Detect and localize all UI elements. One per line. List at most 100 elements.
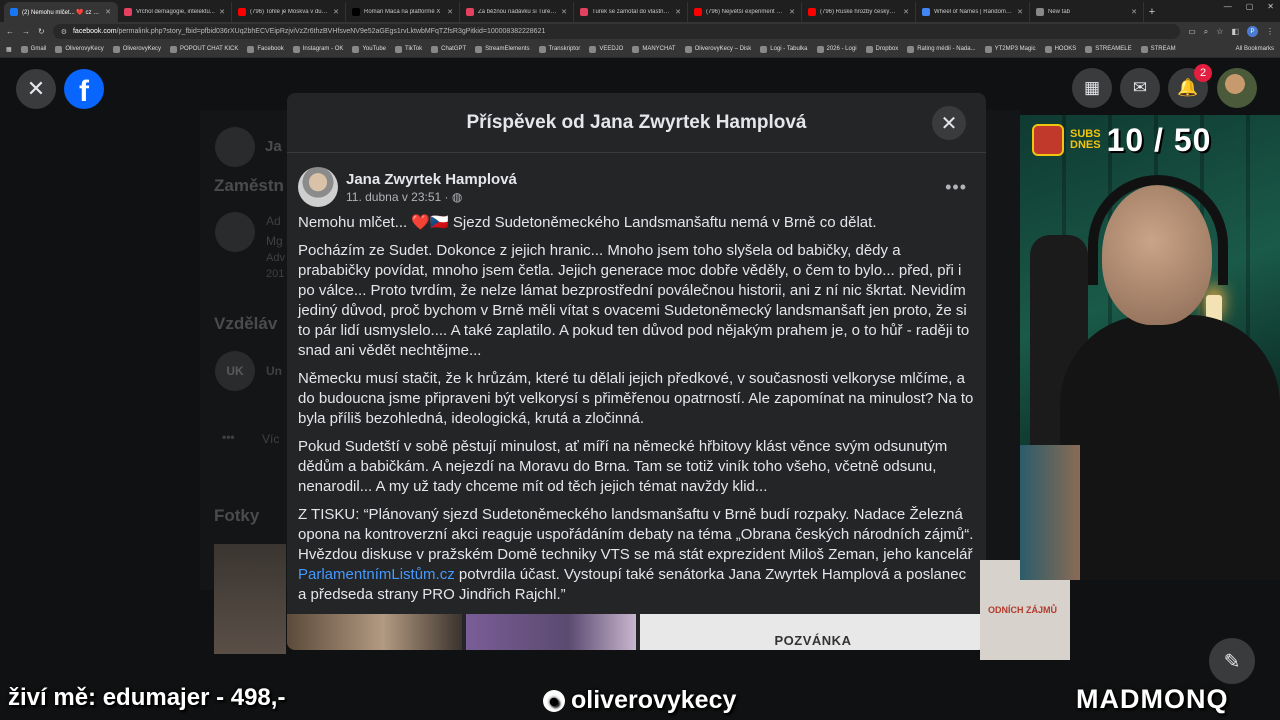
author-avatar[interactable] <box>298 167 338 207</box>
browser-tab[interactable]: (796) Největší experiment s ... ✕ <box>688 2 802 22</box>
zoom-icon[interactable]: ⌕ <box>1204 27 1208 37</box>
tab-favicon-icon <box>580 8 588 16</box>
browser-tab[interactable]: (2) Nemohu mlčet... ❤️ cz Sje... ✕ <box>4 2 118 22</box>
bookmark-item[interactable]: POPOUT CHAT KICK <box>170 45 238 53</box>
tab-close-icon[interactable]: ✕ <box>789 8 795 16</box>
bookmark-favicon-icon <box>55 45 63 53</box>
profile-icon[interactable]: P <box>1247 26 1258 37</box>
browser-tab-strip: (2) Nemohu mlčet... ❤️ cz Sje... ✕ Vrchol … <box>0 0 1280 22</box>
tab-favicon-icon <box>694 8 702 16</box>
post-images: POZVÁNKA <box>287 614 986 650</box>
reload-icon[interactable]: ↻ <box>38 27 45 36</box>
bookmark-item[interactable]: VEEDJO <box>589 45 623 53</box>
bookmark-item[interactable]: Gmail <box>20 45 46 53</box>
browser-tab[interactable]: (796) Tohle je Moskva v dubn... ✕ <box>232 2 346 22</box>
bookmark-label: Dropbox <box>875 46 899 52</box>
tab-close-icon[interactable]: ✕ <box>219 8 225 16</box>
new-message-edit-icon[interactable]: ✎ <box>1209 638 1255 684</box>
bookmark-item[interactable]: Dropbox <box>865 45 899 53</box>
post-link[interactable]: ParlamentnímListům.cz <box>298 566 455 583</box>
url-field[interactable]: ⚙ facebook.com/permalink.php?story_fbid=… <box>52 24 1181 39</box>
post-options-button[interactable]: ••• <box>945 177 967 198</box>
tab-label: (796) Největší experiment s ... <box>706 9 786 15</box>
tab-close-icon[interactable]: ✕ <box>903 8 909 16</box>
close-window-icon[interactable]: ✕ <box>1267 2 1274 11</box>
tab-close-icon[interactable]: ✕ <box>333 8 339 16</box>
post-paragraph: Z TISKU: “Plánovaný sjezd Sudetoněmeckéh… <box>298 505 975 605</box>
bookmark-label: HOOKS <box>1054 46 1077 52</box>
extensions-icon[interactable]: ◧ <box>1231 27 1239 36</box>
bookmark-item[interactable]: Logi - Tabulka <box>760 45 808 53</box>
post-image-invitation[interactable]: POZVÁNKA <box>640 614 986 650</box>
all-bookmarks-folder[interactable]: All Bookmarks <box>1236 46 1274 52</box>
post-date[interactable]: 11. dubna v 23:51 · <box>346 190 452 204</box>
bookmark-item[interactable]: Transkriptor <box>538 45 580 53</box>
browser-tab[interactable]: Turek se zamotal do vlastních... ✕ <box>574 2 688 22</box>
tab-close-icon[interactable]: ✕ <box>105 8 111 16</box>
new-tab-icon[interactable]: + <box>1144 2 1160 22</box>
bookmark-item[interactable]: Instagram - OK <box>292 45 343 53</box>
sponsor-overlay: MADMONQ <box>1076 684 1229 714</box>
bookmark-item[interactable]: Rating médií - Nada... <box>907 45 976 53</box>
tab-close-icon[interactable]: ✕ <box>1017 8 1023 16</box>
menu-icon[interactable]: ⋮ <box>1266 27 1274 36</box>
bookmark-item[interactable]: Facebook <box>247 45 284 53</box>
bookmark-item[interactable]: OliverovyKecy – Disk <box>684 45 751 53</box>
bg-fragment: Un <box>266 364 282 378</box>
modal-close-button[interactable]: ✕ <box>932 106 966 140</box>
tab-close-icon[interactable]: ✕ <box>675 8 681 16</box>
forward-icon[interactable]: → <box>22 27 30 36</box>
notifications-bell-icon[interactable]: 🔔 2 <box>1168 64 1212 108</box>
account-avatar[interactable] <box>1217 68 1257 108</box>
bookmark-star-icon[interactable]: ☆ <box>1216 27 1223 36</box>
bookmark-favicon-icon <box>865 45 873 53</box>
back-icon[interactable]: ← <box>6 27 14 36</box>
supporter-overlay: živí mě: edumajer - 498,- <box>8 684 286 711</box>
bookmark-item[interactable]: 2026 - Logi <box>816 45 857 53</box>
browser-tab[interactable]: Wheel of Names | Random na... ✕ <box>916 2 1030 22</box>
bookmark-item[interactable]: YouTube <box>352 45 386 53</box>
maximize-icon[interactable]: ▢ <box>1246 2 1254 11</box>
bookmark-label: Rating médií - Nada... <box>917 46 976 52</box>
apps-icon[interactable]: ▦ <box>6 46 12 53</box>
browser-tab[interactable]: Roman Maca na platformě X ✕ <box>346 2 460 22</box>
browser-tab[interactable]: New tab ✕ <box>1030 2 1144 22</box>
bookmark-item[interactable]: ChatGPT <box>431 45 466 53</box>
site-info-icon[interactable]: ⚙ <box>61 28 67 36</box>
bookmark-label: StreamElements <box>485 46 530 52</box>
messenger-icon[interactable]: ✉ <box>1120 68 1160 108</box>
subs-goal-widget: SUBS DNES 10 / 50 <box>1032 121 1211 159</box>
facebook-logo-icon[interactable]: f <box>64 69 104 109</box>
browser-tab[interactable]: (796) Ruské hrozby českým ... ✕ <box>802 2 916 22</box>
bookmark-item[interactable]: OliverovyKecy <box>112 45 161 53</box>
post-image-photo[interactable] <box>287 614 462 650</box>
author-name[interactable]: Jana Zwyrtek Hamplová <box>346 171 517 188</box>
bookmark-item[interactable]: STREAMELE <box>1085 45 1132 53</box>
tab-close-icon[interactable]: ✕ <box>447 8 453 16</box>
browser-tab[interactable]: Za běžnou nadávku si Turek... ✕ <box>460 2 574 22</box>
tab-close-icon[interactable]: ✕ <box>561 8 567 16</box>
bookmark-favicon-icon <box>475 45 483 53</box>
post-image-photo[interactable] <box>466 614 636 650</box>
post-paragraph: Německu musí stačit, že k hrůzám, které … <box>298 370 974 427</box>
bookmark-item[interactable]: OliverovyKecy <box>55 45 104 53</box>
bg-fragment: 201 <box>266 268 285 280</box>
bookmark-item[interactable]: HOOKS <box>1044 45 1077 53</box>
bookmark-item[interactable]: TikTok <box>395 45 422 53</box>
channel-overlay: ☻ oliverovykecy <box>543 686 736 715</box>
subs-mascot-icon <box>1032 124 1064 156</box>
bookmark-item[interactable]: StreamElements <box>475 45 530 53</box>
cast-icon[interactable]: ▭ <box>1188 27 1196 36</box>
tab-label: (796) Tohle je Moskva v dubn... <box>250 9 330 15</box>
bookmark-item[interactable]: STREAM <box>1140 45 1176 53</box>
bookmark-favicon-icon <box>170 45 178 53</box>
bookmark-item[interactable]: MANYCHAT <box>632 45 676 53</box>
minimize-icon[interactable]: — <box>1224 2 1232 11</box>
browser-tab[interactable]: Vrchol demagogie, intelektu... ✕ <box>118 2 232 22</box>
close-viewer-button[interactable]: ✕ <box>16 69 56 109</box>
bookmark-item[interactable]: YT2MP3 Magic <box>984 45 1036 53</box>
bookmark-favicon-icon <box>352 45 360 53</box>
menu-grid-icon[interactable]: ▦ <box>1072 68 1112 108</box>
post-paragraph: Nemohu mlčet... ❤️🇨🇿 Sjezd Sudetoněmecké… <box>298 214 877 231</box>
tab-close-icon[interactable]: ✕ <box>1131 8 1137 16</box>
